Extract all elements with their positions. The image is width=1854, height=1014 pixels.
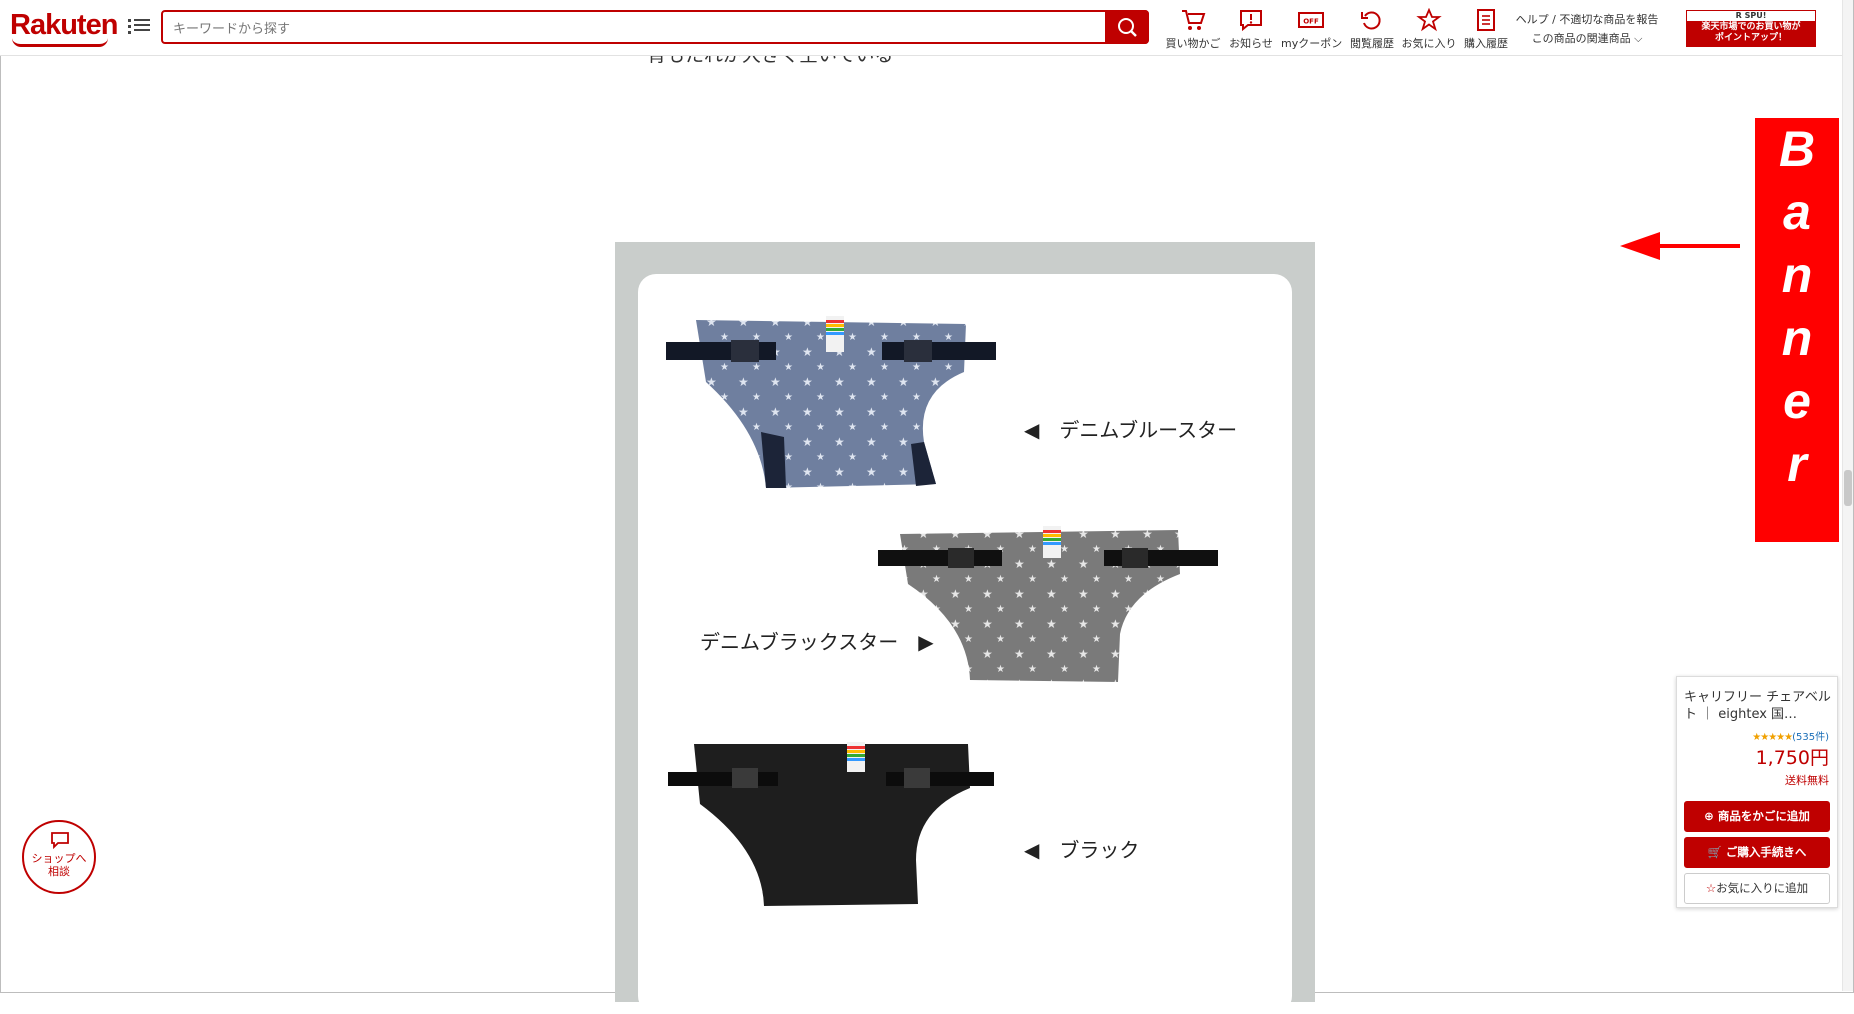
related-products-link[interactable]: この商品の関連商品 ⌵ — [1512, 29, 1662, 48]
coupon-icon: OFF — [1298, 12, 1324, 28]
logo-swoosh — [12, 38, 108, 47]
nav-notice-label: お知らせ — [1229, 37, 1273, 50]
chat-bubble-icon — [51, 832, 69, 850]
add-to-cart-button[interactable]: ⊕ 商品をかごに追加 — [1684, 801, 1830, 832]
nav-cart[interactable]: 買い物かご — [1163, 6, 1223, 51]
star-outline-icon: ☆ — [1705, 881, 1717, 895]
spu-text: 楽天市場でのお買い物が ポイントアップ！ — [1687, 21, 1815, 46]
search-input[interactable] — [171, 17, 1095, 41]
search-bar — [161, 10, 1149, 44]
spu-banner[interactable]: R SPU! 楽天市場でのお買い物が ポイントアップ！ — [1686, 10, 1816, 47]
cart-icon — [1182, 10, 1206, 30]
annotation-banner: Banner — [1755, 118, 1839, 542]
spu-title: R SPU! — [1735, 11, 1767, 20]
scrollbar-thumb[interactable] — [1844, 470, 1852, 506]
product-image-panel: ★ ★ ◀ デニムブルースター ★ ★ — [615, 242, 1315, 1014]
plus-circle-icon: ⊕ — [1704, 809, 1714, 823]
svg-text:OFF: OFF — [1303, 18, 1319, 26]
variant-label-denim-blue-star: ◀ デニムブルースター — [1024, 418, 1238, 442]
rating-stars-icon: ★★★★★ — [1752, 732, 1793, 743]
chevron-down-icon: ⌵ — [1634, 32, 1643, 45]
receipt-icon — [1477, 9, 1495, 31]
help-report-link[interactable]: ヘルプ / 不適切な商品を報告 — [1512, 10, 1662, 29]
banner-letter: n — [1781, 310, 1813, 366]
consult-label: ショップへ 相談 — [31, 852, 87, 878]
nav-coupon-label: myクーポン — [1281, 37, 1343, 50]
nav-purchase-label: 購入履歴 — [1464, 37, 1508, 50]
shipping-label: 送料無料 — [1785, 774, 1829, 787]
variant-label-denim-black-star: デニムブラックスター ▶ — [700, 630, 934, 654]
banner-letter: B — [1778, 121, 1816, 177]
review-count: (535件) — [1792, 732, 1829, 743]
banner-letter: r — [1787, 436, 1807, 492]
shop-consult-button[interactable]: ショップへ 相談 — [22, 820, 96, 894]
banner-letter: n — [1781, 247, 1813, 303]
nav-notice[interactable]: お知らせ — [1221, 6, 1281, 51]
search-button[interactable] — [1105, 10, 1149, 44]
nav-favorite-label: お気に入り — [1401, 37, 1457, 50]
nav-coupon[interactable]: OFF myクーポン — [1281, 6, 1343, 51]
nav-favorite[interactable]: お気に入り — [1399, 6, 1459, 51]
product-title[interactable]: キャリフリー チェアベルト ｜ eightex 国… — [1684, 689, 1834, 723]
banner-text: Banner — [1755, 118, 1839, 496]
star-icon — [1416, 8, 1442, 32]
site-header: Rakuten 買い物かご お知らせ OFF myクーポン — [0, 0, 1842, 56]
nav-purchase[interactable]: 購入履歴 — [1456, 6, 1516, 51]
nav-cart-label: 買い物かご — [1165, 37, 1221, 50]
cart-icon: 🛒 — [1707, 845, 1722, 859]
help-links: ヘルプ / 不適切な商品を報告 この商品の関連商品 ⌵ — [1512, 10, 1662, 48]
black-belt-image — [668, 742, 994, 906]
product-image-card: ★ ★ ◀ デニムブルースター ★ ★ — [638, 274, 1292, 1014]
banner-letter: e — [1783, 373, 1811, 429]
nav-history-label: 閲覧履歴 — [1350, 37, 1394, 50]
product-rating[interactable]: ★★★★★(535件) — [1752, 728, 1829, 743]
menu-icon[interactable] — [128, 16, 150, 36]
history-icon — [1361, 11, 1381, 30]
notice-icon — [1240, 10, 1262, 32]
product-price: 1,750円 — [1755, 747, 1829, 769]
page-scrollbar[interactable] — [1842, 0, 1853, 991]
floating-purchase-card: キャリフリー チェアベルト ｜ eightex 国… ★★★★★(535件) 1… — [1676, 676, 1838, 908]
banner-letter: a — [1783, 184, 1811, 240]
variant-label-black: ◀ ブラック — [1024, 838, 1140, 862]
nav-history[interactable]: 閲覧履歴 — [1342, 6, 1402, 51]
denim-black-star-belt-image: ★ ★ — [878, 526, 1218, 682]
denim-blue-star-belt-image: ★ ★ — [666, 316, 996, 488]
checkout-button[interactable]: 🛒 ご購入手続きへ — [1684, 837, 1830, 868]
add-favorite-button[interactable]: ☆お気に入りに追加 — [1684, 873, 1830, 904]
search-icon — [1118, 18, 1137, 37]
left-arrow-icon — [1620, 232, 1740, 260]
